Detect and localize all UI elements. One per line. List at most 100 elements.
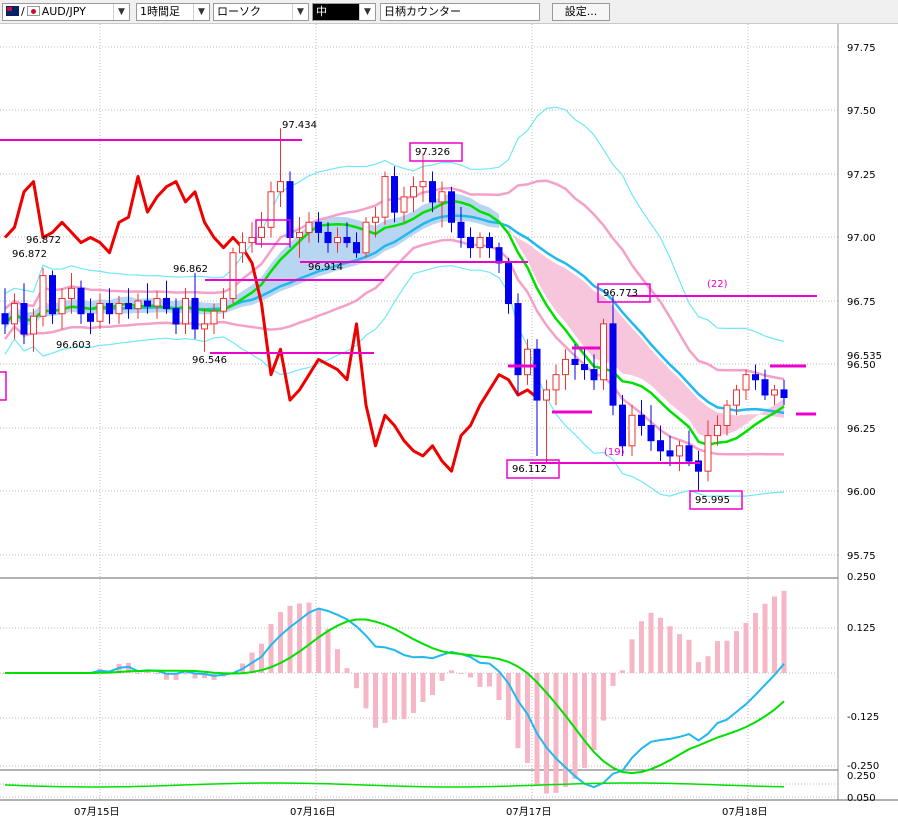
chart-style-select[interactable]: ローソク ▼	[213, 3, 309, 21]
bear-candle	[353, 242, 360, 254]
australia-flag-icon	[6, 6, 19, 16]
bull-candle	[334, 237, 341, 244]
macd-histogram-bar	[487, 673, 492, 687]
price-annotation: (19)	[604, 447, 625, 458]
bull-candle	[562, 358, 569, 376]
bull-candle	[201, 323, 208, 330]
bull-candle	[182, 297, 189, 325]
macd-histogram-bar	[316, 609, 321, 673]
macd-histogram-bar	[620, 670, 625, 673]
macd-panel	[2, 590, 787, 794]
bull-candle	[742, 374, 750, 391]
bear-candle	[467, 237, 474, 249]
price-tick-label: 95.75	[847, 551, 876, 562]
bull-candle	[296, 231, 303, 238]
bear-candle	[752, 374, 759, 381]
price-annotation: (22)	[707, 279, 728, 290]
macd-histogram-bar	[468, 673, 473, 678]
bear-candle	[429, 181, 436, 203]
macd-histogram-bar	[582, 673, 587, 768]
chart-style-label: ローソク	[217, 5, 261, 18]
bull-candle	[96, 303, 104, 322]
line-width-select[interactable]: 中 ▼	[312, 3, 376, 21]
macd-histogram-bar	[648, 612, 654, 673]
timeframe-label: 1時間足	[140, 5, 180, 18]
counter-label: 日柄カウンター	[384, 5, 461, 18]
macd-histogram-bar	[667, 626, 673, 673]
bull-candle	[381, 176, 389, 218]
bear-candle	[495, 247, 503, 264]
line-width-label: 中	[316, 5, 327, 18]
bollinger-lower-1	[3, 238, 785, 456]
macd-histogram-bar	[382, 673, 388, 723]
bear-candle	[77, 287, 85, 315]
bull-candle	[400, 196, 408, 213]
macd-histogram-bar	[297, 603, 302, 673]
bear-candle	[163, 297, 170, 310]
bull-candle	[628, 414, 636, 447]
price-annotation: 96.872	[26, 235, 61, 246]
macd-histogram-bar	[373, 673, 378, 728]
macd-histogram-bar	[772, 596, 777, 673]
counter-field[interactable]: 日柄カウンター	[380, 3, 540, 21]
macd-histogram-bar	[154, 673, 160, 674]
bull-candle	[305, 221, 313, 233]
macd-tick-label: -0.125	[847, 712, 879, 723]
bull-candle	[220, 297, 227, 312]
bull-candle	[30, 315, 37, 335]
bull-candle	[676, 445, 683, 457]
price-annotation: 96.546	[192, 355, 227, 366]
bull-candle	[771, 389, 778, 396]
bull-candle	[723, 404, 731, 426]
macd-histogram-bar	[753, 612, 758, 673]
bear-candle	[638, 414, 645, 426]
macd-histogram-bar	[515, 673, 521, 749]
macd-histogram-bar	[401, 673, 407, 720]
macd-histogram-bar	[135, 672, 141, 674]
price-annotation: 96.862	[173, 264, 208, 275]
settings-button[interactable]: 設定...	[552, 3, 610, 21]
bear-candle	[619, 404, 626, 447]
bull-candle	[476, 237, 484, 249]
bear-candle	[780, 389, 788, 399]
pair-select[interactable]: / AUD/JPY ▼	[2, 3, 130, 21]
price-tick-label: 96.25	[847, 424, 876, 435]
bear-candle	[571, 358, 579, 366]
bull-candle	[239, 242, 246, 254]
macd-histogram-bar	[686, 639, 692, 673]
bear-candle	[761, 379, 769, 396]
macd-histogram-bar	[458, 673, 464, 674]
bear-candle	[581, 364, 588, 371]
macd-histogram-bar	[658, 617, 663, 673]
bull-candle	[410, 186, 417, 198]
bull-candle	[362, 221, 370, 254]
bull-candle	[229, 252, 237, 299]
macd-histogram-bar	[591, 673, 597, 751]
macd-histogram-bar	[553, 673, 559, 793]
bull-candle	[438, 191, 446, 203]
bear-candle	[49, 275, 56, 315]
bear-candle	[144, 300, 151, 307]
price-tick-label: 96.75	[847, 297, 876, 308]
current-price-label: 96.535	[847, 351, 882, 362]
macd-histogram-bar	[705, 656, 711, 673]
price-annotation: 96.773	[603, 288, 638, 299]
bear-candle	[590, 369, 598, 381]
bull-candle	[277, 181, 284, 193]
price-annotation: 95.995	[695, 495, 730, 506]
bear-candle	[87, 313, 94, 322]
timeframe-select[interactable]: 1時間足 ▼	[136, 3, 210, 21]
bull-candle	[248, 237, 256, 244]
date-tick-label: 07月18日	[722, 806, 767, 818]
price-annotation: 96.872	[12, 249, 47, 260]
price-annotation: 97.326	[415, 147, 450, 158]
japan-flag-icon	[26, 6, 40, 16]
macd-histogram-bar	[477, 673, 483, 687]
bull-candle	[134, 300, 142, 310]
bear-candle	[657, 440, 664, 452]
macd-histogram-bar	[724, 640, 730, 673]
bull-candle	[524, 348, 531, 376]
bear-candle	[324, 231, 332, 244]
pair-label: AUD/JPY	[41, 5, 86, 18]
macd-histogram-bar	[762, 603, 768, 673]
